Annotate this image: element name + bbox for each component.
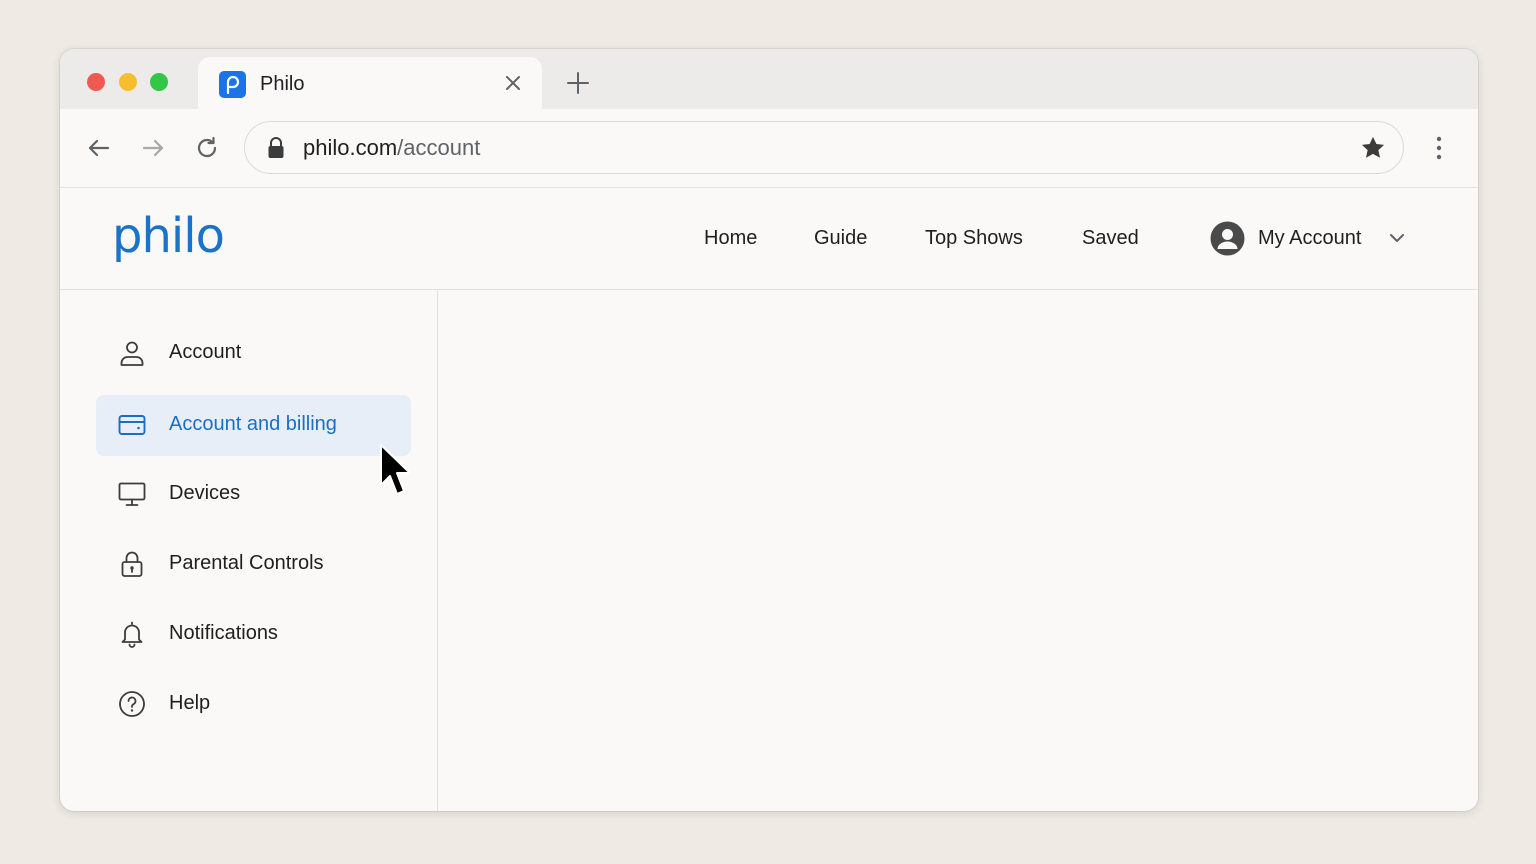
account-content-area: [439, 290, 1478, 811]
reload-icon[interactable]: [194, 135, 220, 161]
lock-icon[interactable]: [267, 137, 285, 159]
help-circle-icon: [118, 690, 146, 718]
browser-toolbar: philo.com/account: [60, 109, 1478, 188]
sidebar-item-notifications[interactable]: Notifications: [96, 604, 411, 665]
philo-logo[interactable]: philo: [112, 208, 225, 264]
person-icon: [118, 339, 146, 367]
url-path: /account: [397, 135, 481, 160]
sidebar-item-parental-controls[interactable]: Parental Controls: [96, 534, 411, 595]
back-arrow-icon[interactable]: [86, 135, 112, 161]
nav-top-shows[interactable]: Top Shows: [925, 227, 1023, 250]
monitor-icon: [118, 480, 146, 508]
close-window-button[interactable]: [87, 73, 105, 91]
nav-saved[interactable]: Saved: [1082, 227, 1139, 250]
forward-arrow-icon[interactable]: [140, 135, 166, 161]
site-header: philo Home Guide Top Shows Saved My Acco…: [60, 188, 1478, 290]
sidebar-item-account[interactable]: Account: [96, 323, 411, 384]
credit-card-icon: [118, 411, 146, 439]
new-tab-plus-icon[interactable]: [566, 71, 590, 95]
tab-title: Philo: [260, 73, 305, 95]
browser-tab[interactable]: Philo: [198, 57, 542, 109]
sidebar-item-help[interactable]: Help: [96, 674, 411, 735]
browser-window: Philo philo.com/account philo Home Guide…: [60, 49, 1478, 811]
lock-icon: [118, 550, 146, 578]
sidebar-item-label: Devices: [169, 482, 241, 504]
account-sidebar: Account Account and billing Devices Pare…: [60, 290, 438, 811]
url-domain: philo.com: [303, 135, 398, 160]
close-tab-icon[interactable]: [502, 72, 524, 94]
philo-favicon-icon: [219, 71, 246, 98]
tab-strip: Philo: [60, 49, 1478, 109]
nav-guide[interactable]: Guide: [814, 227, 867, 250]
chevron-down-icon: [1388, 229, 1406, 247]
sidebar-item-label: Help: [169, 692, 211, 714]
mouse-pointer-icon: [379, 443, 415, 499]
browser-menu-icon[interactable]: [1428, 135, 1450, 161]
sidebar-item-label: Parental Controls: [169, 552, 324, 574]
bell-icon: [118, 620, 146, 648]
my-account-label: My Account: [1258, 227, 1362, 249]
account-avatar-icon: [1210, 221, 1245, 256]
sidebar-item-label: Account and billing: [169, 413, 337, 435]
sidebar-item-devices[interactable]: Devices: [96, 464, 411, 525]
sidebar-item-label: Account: [169, 341, 242, 363]
address-url[interactable]: philo.com/account: [303, 135, 480, 161]
minimize-window-button[interactable]: [119, 73, 137, 91]
nav-home[interactable]: Home: [704, 227, 757, 250]
bookmark-star-icon[interactable]: [1359, 134, 1387, 162]
sidebar-item-account-and-billing[interactable]: Account and billing: [96, 395, 411, 456]
address-bar[interactable]: philo.com/account: [244, 121, 1404, 174]
sidebar-item-label: Notifications: [169, 622, 278, 644]
maximize-window-button[interactable]: [150, 73, 168, 91]
